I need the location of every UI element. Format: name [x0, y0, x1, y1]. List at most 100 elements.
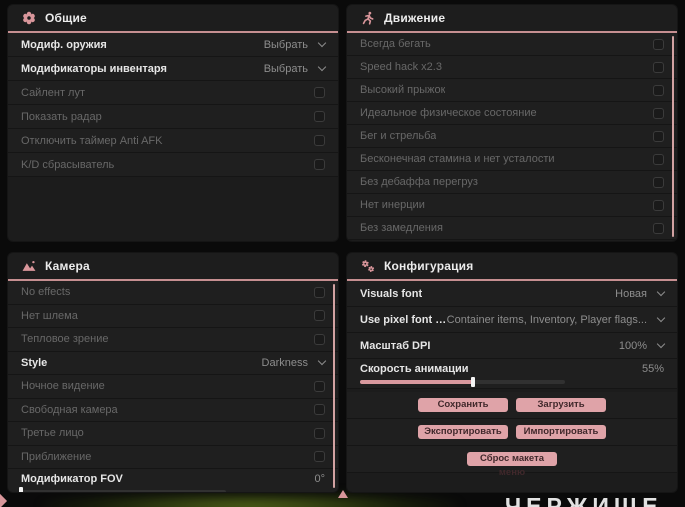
row-no-effects[interactable]: No effects	[8, 281, 338, 305]
panel-config-header: Конфигурация	[347, 253, 677, 281]
infinite-stamina-checkbox[interactable]	[653, 153, 664, 165]
row-label: Бесконечная стамина и нет усталости	[360, 153, 555, 165]
row-zoom[interactable]: Приближение	[8, 445, 338, 469]
mod-menu-screen: ЧЕРЖИЩЕ Общие Модиф. оружия Выбрать Модифи…	[0, 0, 685, 507]
slider-handle[interactable]	[470, 377, 475, 387]
inventory-mods-dropdown[interactable]: Выбрать	[263, 62, 327, 75]
no-helmet-checkbox[interactable]	[314, 310, 325, 322]
row-label: Нет шлема	[21, 309, 78, 322]
row-style[interactable]: Style Darkness	[8, 351, 338, 375]
row-dpi-scale[interactable]: Масштаб DPI 100%	[347, 333, 677, 359]
slider-handle[interactable]	[19, 487, 23, 492]
row-high-jump[interactable]: Высокий прыжок	[347, 79, 677, 102]
thermal-vision-checkbox[interactable]	[314, 333, 325, 345]
panel-general: Общие Модиф. оружия Выбрать Модификаторы и…	[8, 5, 338, 241]
row-label: Всегда бегать	[360, 38, 431, 50]
row-no-inertia[interactable]: Нет инерции	[347, 194, 677, 217]
no-effects-checkbox[interactable]	[314, 286, 325, 298]
export-button[interactable]: Экспортировать	[418, 425, 508, 439]
dropdown-value: Выбрать	[263, 62, 308, 75]
camera-scrollbar[interactable]	[333, 284, 335, 488]
row-label: Идеальное физическое состояние	[360, 107, 537, 119]
weapon-mod-dropdown[interactable]: Выбрать	[263, 38, 327, 51]
row-run-and-shoot[interactable]: Бег и стрельба	[347, 125, 677, 148]
fov-modifier-slider[interactable]	[19, 487, 226, 492]
row-kd-resetter[interactable]: K/D сбрасыватель	[8, 153, 338, 177]
button-row: Экспортировать Импортировать	[347, 419, 677, 446]
row-label: Модификаторы инвентаря	[21, 62, 167, 75]
silent-loot-checkbox[interactable]	[314, 87, 325, 98]
no-overload-debuff-checkbox[interactable]	[653, 176, 664, 188]
chevron-down-icon	[317, 38, 327, 48]
run-and-shoot-checkbox[interactable]	[653, 130, 664, 142]
row-no-helmet[interactable]: Нет шлема	[8, 304, 338, 328]
row-anti-afk-timer[interactable]: Отключить таймер Anti AFK	[8, 129, 338, 153]
row-speed-hack[interactable]: Speed hack x2.3	[347, 56, 677, 79]
row-infinite-stamina[interactable]: Бесконечная стамина и нет усталости	[347, 148, 677, 171]
row-visuals-font[interactable]: Visuals font Новая	[347, 281, 677, 307]
row-show-radar[interactable]: Показать радар	[8, 105, 338, 129]
chevron-down-icon	[656, 339, 666, 349]
free-camera-checkbox[interactable]	[314, 404, 325, 416]
gears-icon	[361, 259, 375, 273]
always-run-checkbox[interactable]	[653, 38, 664, 50]
third-person-checkbox[interactable]	[314, 427, 325, 439]
dropdown-value: Выбрать	[263, 38, 308, 51]
row-fov-modifier[interactable]: Модификатор FOV 0°	[8, 469, 338, 492]
movement-scrollbar[interactable]	[672, 36, 674, 237]
panel-movement-header: Движение	[347, 5, 677, 33]
row-weapon-mod[interactable]: Модиф. оружия Выбрать	[8, 33, 338, 57]
row-label: K/D сбрасыватель	[21, 158, 115, 171]
kd-resetter-checkbox[interactable]	[314, 159, 325, 170]
chevron-down-icon	[656, 313, 666, 323]
row-night-vision[interactable]: Ночное видение	[8, 375, 338, 399]
style-dropdown[interactable]: Darkness	[262, 357, 327, 369]
import-button[interactable]: Импортировать	[516, 425, 606, 439]
row-thermal-vision[interactable]: Тепловое зрение	[8, 328, 338, 352]
row-label: Модификатор FOV	[21, 473, 123, 485]
watermark-text: ЧЕРЖИЩЕ	[505, 493, 663, 507]
row-pixel-font-for[interactable]: Use pixel font for Container items, Inven…	[347, 307, 677, 333]
row-no-overload-debuff[interactable]: Без дебаффа перегруз	[347, 171, 677, 194]
row-perfect-physical-state[interactable]: Идеальное физическое состояние	[347, 102, 677, 125]
speed-hack-checkbox[interactable]	[653, 61, 664, 73]
row-label: Тепловое зрение	[21, 333, 109, 346]
chevron-down-icon	[656, 287, 666, 297]
row-third-person[interactable]: Третье лицо	[8, 422, 338, 446]
panel-config-body: Visuals font Новая Use pixel font for Conta…	[347, 281, 677, 389]
panel-camera-header: Камера	[8, 253, 338, 281]
row-label: Показать радар	[21, 110, 102, 123]
row-label: Приближение	[21, 450, 92, 463]
panel-title: Движение	[384, 11, 446, 25]
reset-menu-layout-button[interactable]: Сброс макета меню	[467, 452, 557, 478]
row-no-slowdown[interactable]: Без замедления	[347, 217, 677, 240]
anti-afk-timer-checkbox[interactable]	[314, 135, 325, 146]
dropdown-value: Новая	[615, 287, 647, 300]
row-label: Бег и стрельба	[360, 130, 437, 142]
zoom-checkbox[interactable]	[314, 451, 325, 463]
no-slowdown-checkbox[interactable]	[653, 222, 664, 234]
row-silent-loot[interactable]: Сайлент лут	[8, 81, 338, 105]
load-button[interactable]: Загрузить	[516, 398, 606, 412]
row-always-run[interactable]: Всегда бегать	[347, 33, 677, 56]
cursor-triangle	[338, 490, 348, 498]
no-inertia-checkbox[interactable]	[653, 199, 664, 211]
row-free-camera[interactable]: Свободная камера	[8, 398, 338, 422]
row-label: Сайлент лут	[21, 86, 85, 99]
row-label: Speed hack x2.3	[360, 61, 442, 73]
show-radar-checkbox[interactable]	[314, 111, 325, 122]
dpi-scale-dropdown[interactable]: 100%	[619, 339, 666, 352]
animation-speed-slider[interactable]	[360, 377, 565, 387]
button-row: Сохранить Загрузить	[347, 392, 677, 419]
row-animation-speed[interactable]: Скорость анимации 55%	[347, 359, 677, 389]
chevron-down-icon	[317, 62, 327, 72]
visuals-font-dropdown[interactable]: Новая	[615, 287, 666, 300]
night-vision-checkbox[interactable]	[314, 380, 325, 392]
row-inventory-mods[interactable]: Модификаторы инвентаря Выбрать	[8, 57, 338, 81]
save-button[interactable]: Сохранить	[418, 398, 508, 412]
slider-value: 0°	[314, 473, 325, 485]
perfect-physical-state-checkbox[interactable]	[653, 107, 664, 119]
high-jump-checkbox[interactable]	[653, 84, 664, 96]
pixel-font-for-dropdown[interactable]: Container items, Inventory, Player flags…	[447, 313, 666, 326]
slider-fill	[360, 380, 473, 384]
